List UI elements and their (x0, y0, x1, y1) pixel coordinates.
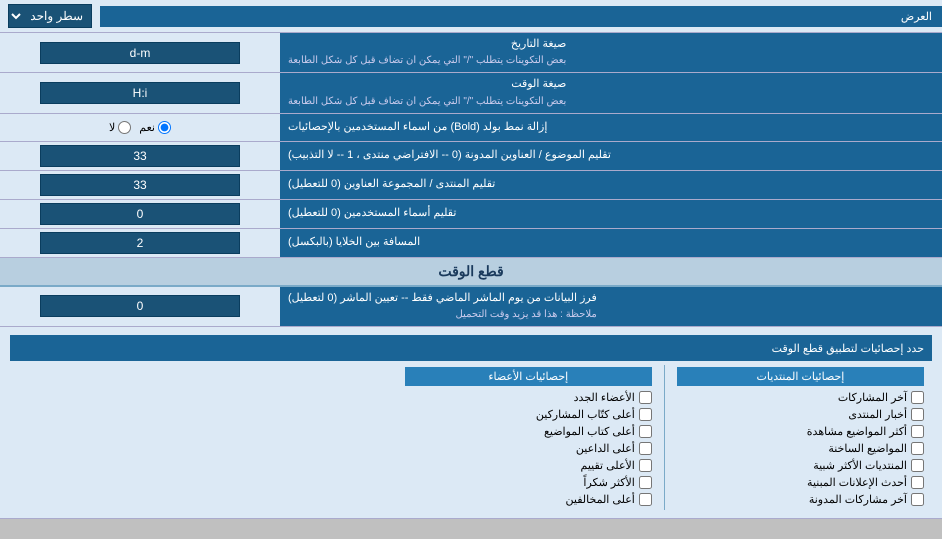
bold-no-radio[interactable] (118, 121, 131, 134)
forum-headers-input[interactable] (40, 174, 240, 196)
cutoff-input[interactable] (40, 295, 240, 317)
stat-top-posters: أعلى كتّاب المشاركين (405, 406, 652, 423)
display-select-cell: سطر واحد سطران ثلاثة أسطر (0, 0, 100, 32)
stats-filter-label: حدد إحصائيات لتطبيق قطع الوقت (18, 342, 924, 355)
stat-latest-announcements-check[interactable] (911, 476, 924, 489)
stat-top-violators-check[interactable] (639, 493, 652, 506)
date-format-label: صيغة التاريخ بعض التكوينات يتطلب "/" الت… (280, 33, 942, 72)
stat-forum-news: أخبار المنتدى (677, 406, 924, 423)
bold-yes-option[interactable]: نعم (139, 121, 171, 134)
cutoff-section-header: قطع الوقت (0, 258, 942, 285)
usernames-trim-input[interactable] (40, 203, 240, 225)
stat-top-topic-writers-check[interactable] (639, 425, 652, 438)
bold-yes-radio[interactable] (158, 121, 171, 134)
cutoff-input-cell (0, 287, 280, 326)
usernames-trim-label: تقليم أسماء المستخدمين (0 للتعطيل) (280, 200, 942, 228)
members-stats-col: إحصائيات الأعضاء الأعضاء الجدد أعلى كتّا… (397, 365, 660, 510)
stat-last-posts-check[interactable] (911, 391, 924, 404)
stat-top-rated: الأعلى تقييم (405, 457, 652, 474)
stat-most-thanks-check[interactable] (639, 476, 652, 489)
stat-last-blog-posts: آخر مشاركات المدونة (677, 491, 924, 508)
topic-headers-label: تقليم الموضوع / العناوين المدونة (0 -- ا… (280, 142, 942, 170)
date-format-input[interactable] (40, 42, 240, 64)
cell-gap-label: المسافة بين الخلايا (بالبكسل) (280, 229, 942, 257)
stat-most-viewed-check[interactable] (911, 425, 924, 438)
stat-top-posters-check[interactable] (639, 408, 652, 421)
bold-usernames-radio-cell: نعم لا (0, 114, 280, 141)
bold-no-label: لا (109, 121, 115, 134)
stat-new-members: الأعضاء الجدد (405, 389, 652, 406)
topic-headers-input[interactable] (40, 145, 240, 167)
stat-last-posts: آخر المشاركات (677, 389, 924, 406)
stat-top-inviters-check[interactable] (639, 442, 652, 455)
stat-most-similar: المنتديات الأكثر شبية (677, 457, 924, 474)
stat-top-topic-writers: أعلى كتاب المواضيع (405, 423, 652, 440)
cutoff-label: فرز البيانات من يوم الماشر الماضي فقط --… (280, 287, 942, 326)
display-label: العرض (100, 6, 942, 27)
stat-most-viewed: أكثر المواضيع مشاهدة (677, 423, 924, 440)
stat-hot-topics-check[interactable] (911, 442, 924, 455)
stat-last-blog-posts-check[interactable] (911, 493, 924, 506)
forum-headers-input-cell (0, 171, 280, 199)
members-stats-header: إحصائيات الأعضاء (405, 367, 652, 386)
stat-new-members-check[interactable] (639, 391, 652, 404)
stat-top-rated-check[interactable] (639, 459, 652, 472)
time-format-input-cell (0, 73, 280, 112)
stat-most-similar-check[interactable] (911, 459, 924, 472)
bold-yes-label: نعم (139, 121, 155, 134)
cell-gap-input[interactable] (40, 232, 240, 254)
stat-top-inviters: أعلى الداعين (405, 440, 652, 457)
stat-latest-announcements: أحدث الإعلانات المبنية (677, 474, 924, 491)
forum-headers-label: تقليم المنتدى / المجموعة العناوين (0 للت… (280, 171, 942, 199)
date-format-input-cell (0, 33, 280, 72)
topic-headers-input-cell (0, 142, 280, 170)
cell-gap-input-cell (0, 229, 280, 257)
bold-no-option[interactable]: لا (109, 121, 131, 134)
bold-usernames-label: إزالة نمط بولد (Bold) من اسماء المستخدمي… (280, 114, 942, 141)
display-select[interactable]: سطر واحد سطران ثلاثة أسطر (8, 4, 92, 28)
stat-forum-news-check[interactable] (911, 408, 924, 421)
stat-top-violators: أعلى المخالفين (405, 491, 652, 508)
stats-right-col (10, 365, 397, 510)
time-format-input[interactable] (40, 82, 240, 104)
posts-stats-header: إحصائيات المنتديات (677, 367, 924, 386)
posts-stats-col: إحصائيات المنتديات آخر المشاركات أخبار ا… (669, 365, 932, 510)
stat-hot-topics: المواضيع الساخنة (677, 440, 924, 457)
usernames-trim-input-cell (0, 200, 280, 228)
time-format-label: صيغة الوقت بعض التكوينات يتطلب "/" التي … (280, 73, 942, 112)
stat-most-thanks: الأكثر شكراً (405, 474, 652, 491)
